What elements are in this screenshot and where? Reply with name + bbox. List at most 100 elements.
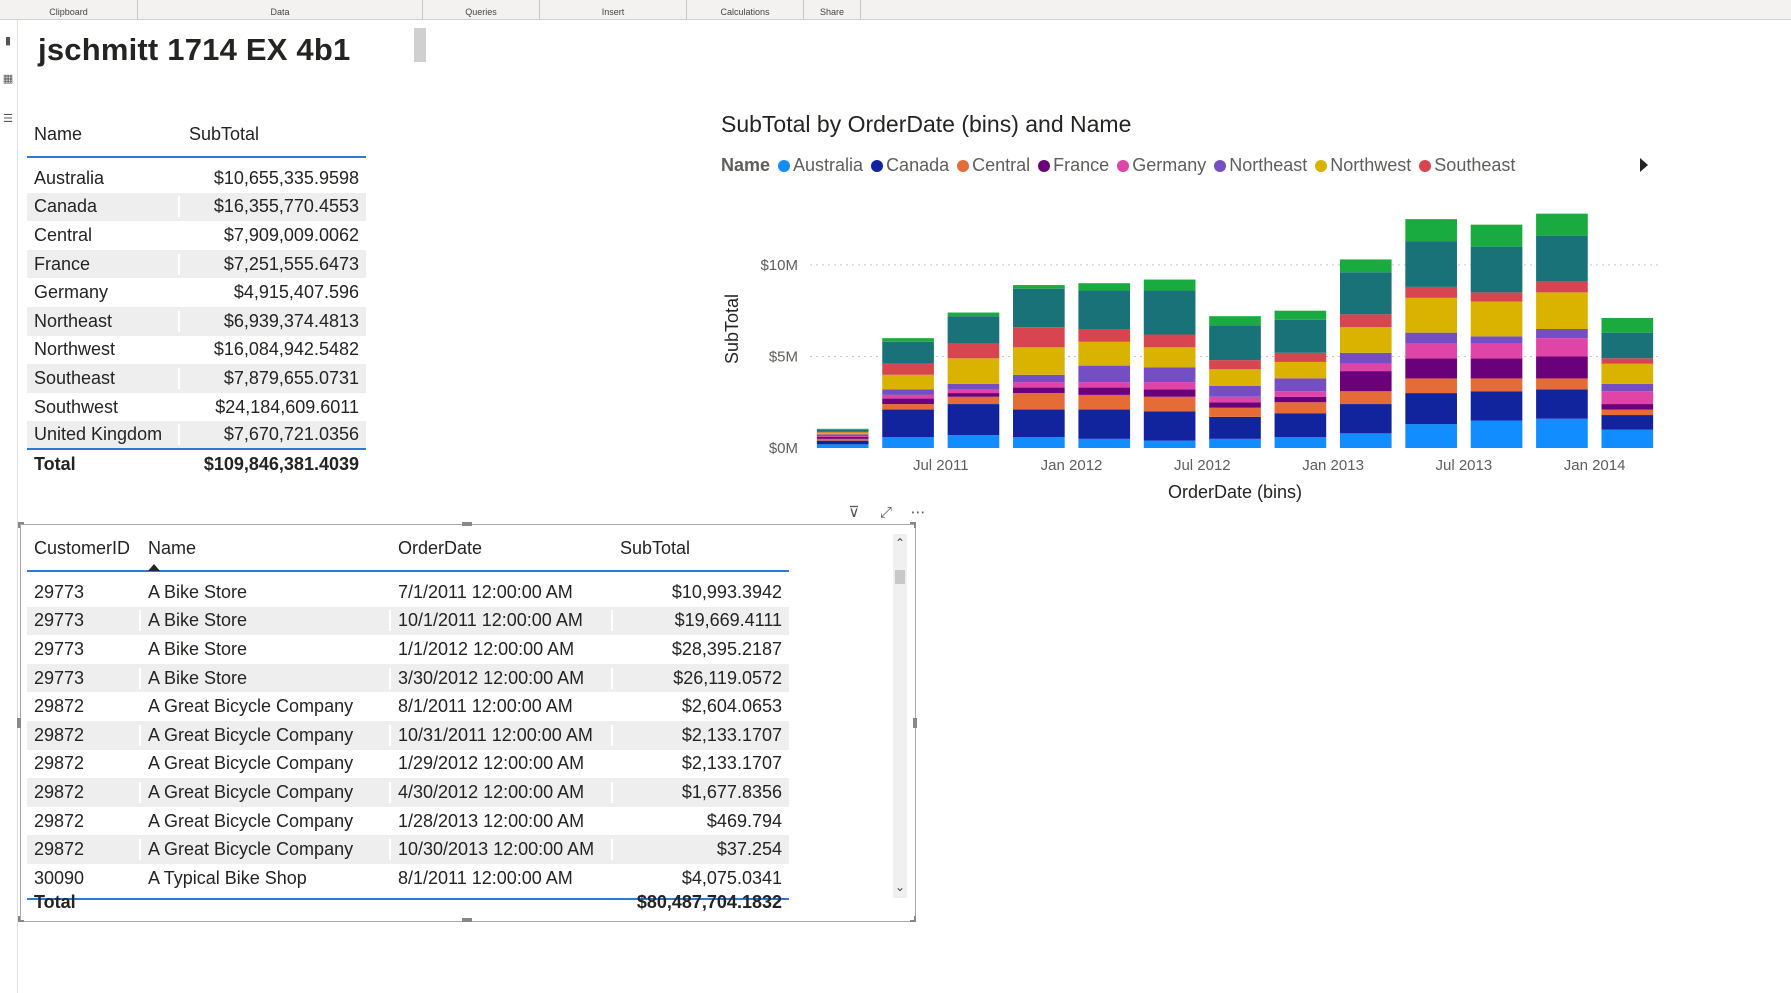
bar-segment[interactable] [816, 438, 869, 441]
bar-segment[interactable] [1339, 352, 1392, 364]
bar-segment[interactable] [1470, 358, 1523, 379]
bar-segment[interactable] [1405, 393, 1457, 425]
bar-segment[interactable] [882, 341, 934, 364]
table-row[interactable]: 29872 A Great Bicycle Company 1/28/2013 12… [27, 807, 789, 836]
model-view-icon[interactable]: ☰ [2, 112, 14, 126]
summary-table[interactable]: Name SubTotal Australia $10,655,335.9598 C… [27, 112, 366, 480]
bar-segment[interactable] [1209, 402, 1261, 408]
bar-segment[interactable] [1339, 272, 1392, 315]
column-header-subtotal[interactable]: SubTotal [613, 538, 789, 559]
bar-segment[interactable] [816, 429, 869, 432]
filter-icon[interactable]: ⊽ [845, 504, 863, 522]
bar-segment[interactable] [816, 440, 869, 445]
table-row[interactable]: Northeast $6,939,374.4813 [27, 306, 366, 336]
bar-segment[interactable] [1339, 404, 1392, 434]
bar-segment[interactable] [1209, 438, 1261, 448]
ribbon-group-share[interactable]: Share [804, 0, 861, 19]
bar-segment[interactable] [1013, 409, 1065, 438]
table-row[interactable]: 29872 A Great Bicycle Company 8/1/2011 12:… [27, 692, 789, 721]
bar-segment[interactable] [1078, 329, 1131, 342]
bar-segment[interactable] [1601, 383, 1654, 392]
bar-segment[interactable] [1143, 290, 1196, 335]
bar-segment[interactable] [1601, 429, 1654, 448]
table-row[interactable]: 30090 A Typical Bike Shop 8/1/2011 12:00:0… [27, 864, 789, 893]
table-row[interactable]: United Kingdom $7,670,721.0356 [27, 421, 366, 450]
table-row[interactable]: Central $7,909,009.0062 [27, 221, 366, 250]
bar-segment[interactable] [882, 409, 934, 438]
bar-segment[interactable] [1405, 297, 1457, 333]
sort-ascending-icon[interactable] [148, 564, 160, 571]
bar-segment[interactable] [1536, 235, 1588, 282]
bar-segment[interactable] [947, 404, 1000, 436]
bar-segment[interactable] [1078, 394, 1131, 410]
column-header-name[interactable]: Name [141, 538, 391, 559]
bar-segment[interactable] [1274, 361, 1327, 379]
bar-segment[interactable] [1013, 387, 1065, 394]
bar-segment[interactable] [1143, 440, 1196, 448]
bar-segment[interactable] [1536, 281, 1588, 293]
scroll-thumb[interactable] [895, 570, 905, 584]
bar-segment[interactable] [1339, 391, 1392, 405]
bar-segment[interactable] [1601, 332, 1654, 359]
ribbon-group-calculations[interactable]: Calculations [687, 0, 804, 19]
bar-segment[interactable] [1209, 385, 1261, 397]
bar-segment[interactable] [1339, 433, 1392, 448]
resize-handle-left[interactable] [17, 718, 21, 728]
bar-segment[interactable] [1013, 382, 1065, 388]
scroll-down-icon[interactable]: ⌄ [893, 880, 907, 894]
bar-segment[interactable] [947, 435, 1000, 448]
table-row[interactable]: Canada $16,355,770.4553 [27, 192, 366, 222]
bar-segment[interactable] [1013, 288, 1065, 328]
ribbon-group-insert[interactable]: Insert [540, 0, 687, 19]
bar-segment[interactable] [1601, 404, 1654, 410]
bar-segment[interactable] [1274, 352, 1327, 362]
table-row[interactable]: 29773 A Bike Store 3/30/2012 12:00:00 AM $2… [27, 663, 789, 693]
legend-item[interactable]: Southeast [1419, 155, 1515, 176]
bar-segment[interactable] [947, 343, 1000, 359]
bar-segment[interactable] [1470, 343, 1523, 359]
ribbon-group-queries[interactable]: Queries [423, 0, 540, 19]
bar-segment[interactable] [1274, 402, 1327, 414]
bar-segment[interactable] [1405, 332, 1457, 344]
bar-segment[interactable] [1339, 314, 1392, 328]
resize-handle-top-right[interactable] [910, 522, 916, 528]
bar-segment[interactable] [1601, 415, 1654, 430]
bar-segment[interactable] [947, 393, 1000, 397]
bar-segment[interactable] [816, 432, 869, 435]
bar-segment[interactable] [882, 404, 934, 410]
bar-segment[interactable] [1143, 396, 1196, 412]
bar-segment[interactable] [1536, 338, 1588, 357]
bar-segment[interactable] [1274, 396, 1327, 403]
bar-segment[interactable] [882, 398, 934, 405]
bar-segment[interactable] [1209, 407, 1261, 417]
stacked-column-chart[interactable]: $0M $5M $10M Jul 2011 Jan 2012 Jul 2012 Jan 20… [700, 200, 1660, 510]
bar-segment[interactable] [882, 338, 934, 342]
bar-segment[interactable] [816, 428, 869, 430]
bar-segment[interactable] [1536, 213, 1588, 236]
bar-segment[interactable] [816, 437, 869, 439]
report-view-icon[interactable]: ▮ [2, 34, 14, 48]
vertical-scrollbar[interactable]: ⌃ ⌄ [893, 534, 907, 898]
bar-segment[interactable] [1143, 367, 1196, 383]
bar-segment[interactable] [1405, 378, 1457, 394]
bar-segment[interactable] [816, 434, 869, 437]
resize-handle-bottom-left[interactable] [18, 916, 24, 922]
bar-segment[interactable] [1405, 286, 1457, 298]
bar-segment[interactable] [947, 316, 1000, 344]
bar-segment[interactable] [1405, 358, 1457, 379]
bar-segment[interactable] [1601, 363, 1654, 384]
bar-segment[interactable] [1078, 387, 1131, 395]
bar-segment[interactable] [1013, 374, 1065, 383]
ribbon-group-clipboard[interactable]: Clipboard [0, 0, 138, 19]
bar-segment[interactable] [1013, 347, 1065, 375]
bar-segment[interactable] [1078, 409, 1131, 439]
bar-segment[interactable] [1601, 358, 1654, 364]
bar-segment[interactable] [1013, 285, 1065, 289]
bar-segment[interactable] [947, 389, 1000, 394]
ribbon-group-data[interactable]: Data [138, 0, 423, 19]
bar-segment[interactable] [1143, 279, 1196, 291]
bar-segment[interactable] [1470, 420, 1523, 448]
bar-segment[interactable] [1405, 241, 1457, 287]
legend-item[interactable]: Germany [1117, 155, 1206, 176]
column-header-orderdate[interactable]: OrderDate [391, 538, 613, 559]
